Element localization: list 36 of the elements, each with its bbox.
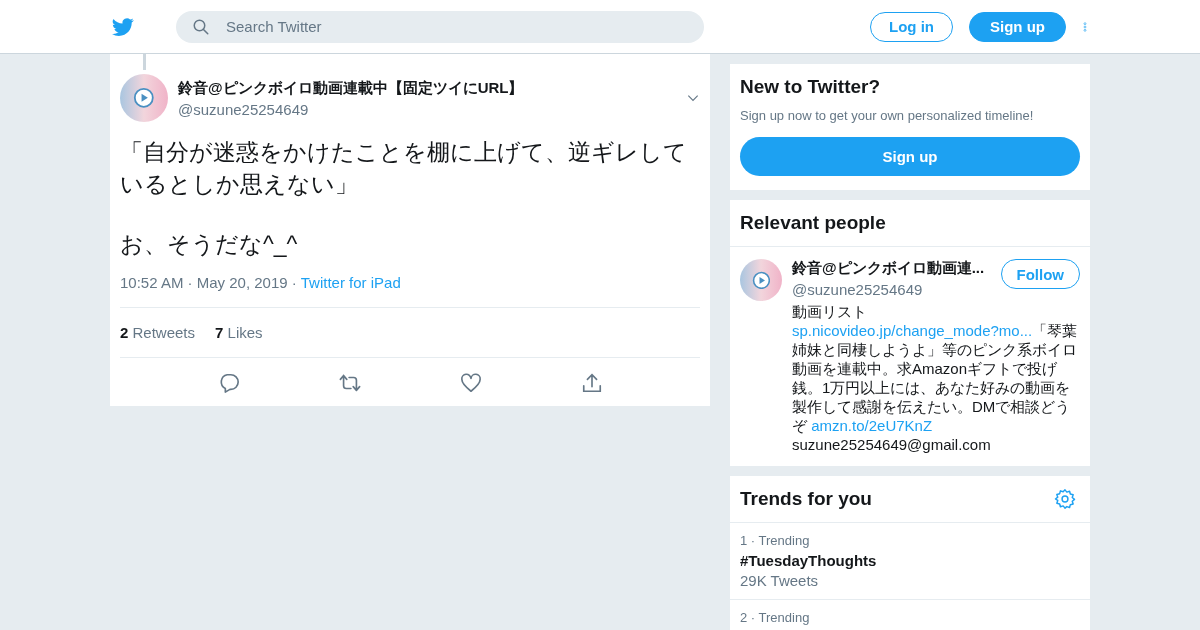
signup-prompt: Sign up now to get your own personalized timeline! xyxy=(739,108,1035,123)
trend-item[interactable]: 2 · Trending xyxy=(730,600,1090,630)
reply-icon[interactable] xyxy=(217,372,240,394)
login-button[interactable]: Log in xyxy=(870,11,953,42)
source-link[interactable]: Twitter for iPad xyxy=(300,274,401,291)
card-title: Relevant people xyxy=(730,200,1090,247)
author-name[interactable]: 鈴音@ピンクボイロ動画連載中【固定ツイにURL】 xyxy=(178,78,676,98)
retweet-icon[interactable] xyxy=(338,372,361,394)
tweet-timestamp: 10:52 AM · May 20, 2019 · xyxy=(120,274,297,291)
bio-link[interactable]: amzn.to/2eU7KnZ xyxy=(811,417,933,434)
settings-icon[interactable] xyxy=(1054,488,1076,510)
person-name[interactable]: 鈴音@ピンクボイロ動画連... xyxy=(792,259,1001,278)
signup-button[interactable]: Sign up xyxy=(969,11,1066,42)
play-icon xyxy=(751,270,771,290)
author-handle[interactable]: @suzune25254649 xyxy=(178,100,676,118)
trend-count: 29K Tweets xyxy=(740,572,820,589)
bird-logo-icon[interactable] xyxy=(110,15,136,38)
like-icon[interactable] xyxy=(459,372,482,394)
trend-item[interactable]: 1 · Trending #TuesdayThoughts 29K Tweets xyxy=(730,523,1090,600)
trend-context: 2 · Trending xyxy=(740,610,811,625)
card-title: New to Twitter? xyxy=(739,75,882,99)
share-icon[interactable] xyxy=(580,372,603,394)
stat-count[interactable]: 7 Likes xyxy=(215,324,263,341)
bio-link[interactable]: sp.nicovideo.jp/change_mode?mo... xyxy=(792,322,1033,339)
follow-button[interactable]: Follow xyxy=(1000,259,1080,289)
trend-name: #TuesdayThoughts xyxy=(740,552,878,569)
search-field[interactable]: Search Twitter xyxy=(176,10,704,43)
stat-count[interactable]: 2 Retweets xyxy=(120,324,196,341)
trend-context: 1 · Trending xyxy=(740,533,811,548)
play-icon xyxy=(133,87,155,109)
person-handle[interactable]: @suzune25254649 xyxy=(792,281,1001,298)
tweet-text: お、そうだな^_^ xyxy=(120,230,299,259)
signup-button[interactable]: Sign up xyxy=(740,137,1080,176)
tweet-text: 「自分が迷惑をかけたことを棚に上げて、逆ギレしているとしか思えない」 xyxy=(120,138,688,199)
profile-bio: 動画リスト sp.nicovideo.jp/change_mode?mo...「琴葉姉妹と同棲しようよ」等のピンク系ボイロ動画を連載中。求Amazonギフトで投げ銭。1万円以上には、あなた好みの動画を製作して感謝を伝えたい。DMで相談どうぞ amzn.to/2eU7KnZ suzune25254649@gmail.com xyxy=(792,302,1079,454)
card-title: Trends for you xyxy=(739,487,873,511)
